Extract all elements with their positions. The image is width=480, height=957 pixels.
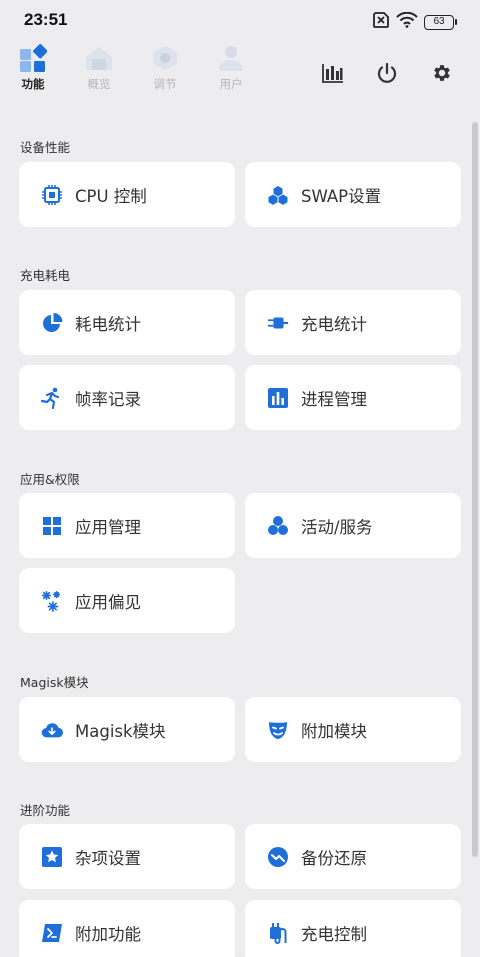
tab-functions-label: 功能 bbox=[21, 77, 45, 91]
star-icon bbox=[41, 846, 63, 868]
cloud-download-icon bbox=[41, 719, 63, 741]
tab-tuning-label: 调节 bbox=[153, 77, 177, 91]
hexagon-icon bbox=[153, 46, 177, 70]
addon-functions-button[interactable]: 附加功能 bbox=[19, 900, 235, 957]
status-bar: 23:51 63 bbox=[0, 0, 480, 40]
section-title-advanced: 进阶功能 bbox=[20, 803, 71, 818]
app-manager-button[interactable]: 应用管理 bbox=[19, 493, 235, 558]
magisk-module-label: Magisk模块 bbox=[75, 721, 166, 741]
chart-circle-icon bbox=[267, 846, 289, 868]
power-icon bbox=[377, 62, 397, 83]
snowflake-icon bbox=[41, 590, 63, 612]
bar-chart-icon bbox=[322, 64, 343, 83]
app-manager-label: 应用管理 bbox=[75, 517, 141, 537]
power-stats-label: 耗电统计 bbox=[75, 314, 141, 334]
activity-service-button[interactable]: 活动/服务 bbox=[245, 493, 461, 558]
charge-control-label: 充电控制 bbox=[301, 924, 367, 944]
plug-icon bbox=[267, 312, 289, 334]
backup-restore-label: 备份还原 bbox=[301, 848, 367, 868]
section-title-apps-permissions: 应用&权限 bbox=[20, 472, 80, 487]
battery-indicator: 63 bbox=[424, 14, 457, 30]
cpu-control-button[interactable]: CPU 控制 bbox=[19, 162, 235, 227]
bubbles-icon bbox=[267, 515, 289, 537]
grid-icon bbox=[41, 515, 63, 537]
app-preference-button[interactable]: 应用偏见 bbox=[19, 568, 235, 633]
tab-user[interactable]: 用户 bbox=[206, 44, 256, 92]
swap-settings-label: SWAP设置 bbox=[301, 186, 382, 206]
tab-functions[interactable]: 功能 bbox=[8, 44, 58, 92]
status-icons: 63 bbox=[372, 11, 457, 32]
fps-record-label: 帧率记录 bbox=[75, 389, 141, 409]
cpu-control-label: CPU 控制 bbox=[75, 186, 147, 206]
running-icon bbox=[41, 387, 63, 409]
activity-service-label: 活动/服务 bbox=[301, 517, 373, 537]
mask-icon bbox=[267, 719, 289, 741]
section-title-device-performance: 设备性能 bbox=[20, 140, 71, 155]
tab-overview[interactable]: 概览 bbox=[74, 44, 124, 92]
top-navigation: 功能 概览 调节 用户 bbox=[0, 44, 480, 100]
power-button[interactable] bbox=[372, 58, 402, 88]
magisk-module-button[interactable]: Magisk模块 bbox=[19, 697, 235, 762]
pie-icon bbox=[41, 312, 63, 334]
fps-record-button[interactable]: 帧率记录 bbox=[19, 365, 235, 430]
addon-functions-label: 附加功能 bbox=[75, 924, 141, 944]
swap-settings-button[interactable]: SWAP设置 bbox=[245, 162, 461, 227]
addon-module-button[interactable]: 附加模块 bbox=[245, 697, 461, 762]
apps-icon bbox=[20, 44, 47, 72]
misc-settings-button[interactable]: 杂项设置 bbox=[19, 824, 235, 889]
process-manager-button[interactable]: 进程管理 bbox=[245, 365, 461, 430]
gear-icon bbox=[434, 65, 450, 81]
section-title-magisk: Magisk模块 bbox=[20, 675, 89, 690]
section-title-charging: 充电耗电 bbox=[20, 268, 71, 283]
no-sim-icon bbox=[372, 12, 390, 32]
cpu-icon bbox=[41, 184, 63, 206]
app-preference-label: 应用偏见 bbox=[75, 592, 141, 612]
tab-tuning[interactable]: 调节 bbox=[140, 44, 190, 92]
tab-user-label: 用户 bbox=[219, 77, 243, 91]
process-manager-label: 进程管理 bbox=[301, 389, 367, 409]
wifi-icon bbox=[396, 11, 418, 32]
statistics-button[interactable] bbox=[318, 58, 348, 88]
power-stats-button[interactable]: 耗电统计 bbox=[19, 290, 235, 355]
misc-settings-label: 杂项设置 bbox=[75, 848, 141, 868]
home-icon bbox=[86, 47, 112, 70]
addon-module-label: 附加模块 bbox=[301, 721, 367, 741]
status-time: 23:51 bbox=[24, 10, 68, 29]
user-icon bbox=[219, 46, 243, 71]
charger-icon bbox=[267, 922, 289, 944]
tab-overview-label: 概览 bbox=[87, 77, 111, 91]
settings-button[interactable] bbox=[427, 58, 457, 88]
bar-chart-icon bbox=[267, 387, 289, 409]
charge-stats-label: 充电统计 bbox=[301, 314, 367, 334]
swap-icon bbox=[267, 184, 289, 206]
charge-control-button[interactable]: 充电控制 bbox=[245, 900, 461, 957]
backup-restore-button[interactable]: 备份还原 bbox=[245, 824, 461, 889]
terminal-icon bbox=[41, 922, 63, 944]
scrollbar[interactable] bbox=[472, 122, 478, 857]
charge-stats-button[interactable]: 充电统计 bbox=[245, 290, 461, 355]
